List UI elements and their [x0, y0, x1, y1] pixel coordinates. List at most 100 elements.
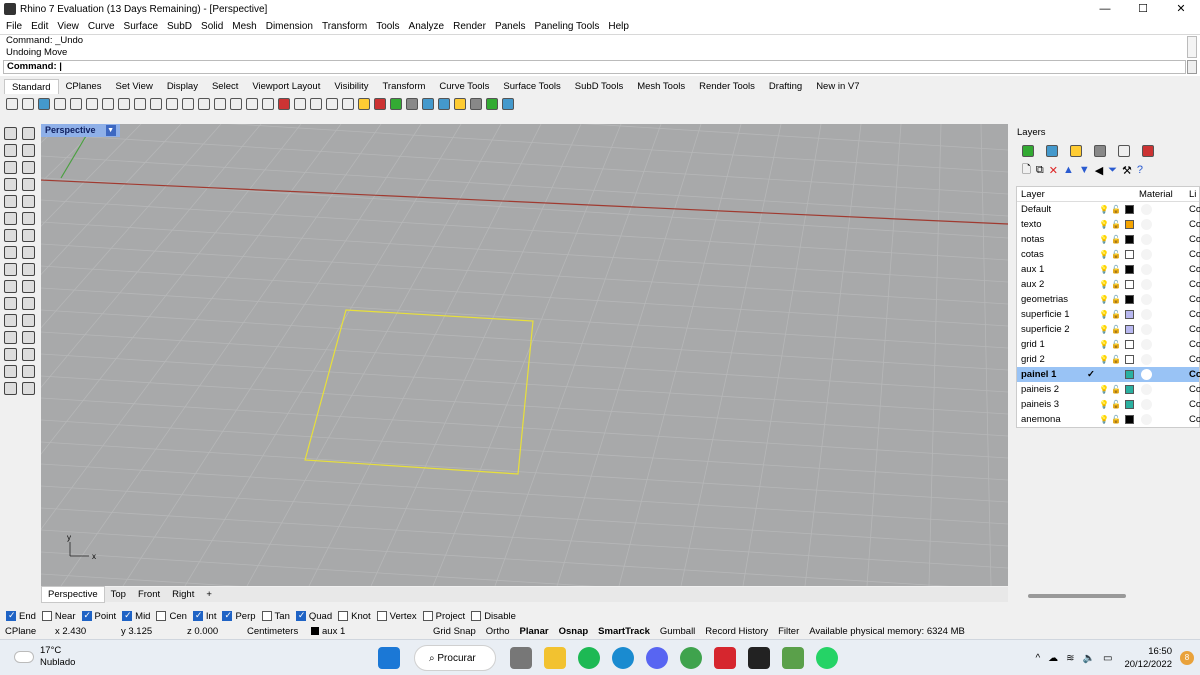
tab-mesh-tools[interactable]: Mesh Tools: [630, 79, 692, 94]
menu-item-edit[interactable]: Edit: [31, 21, 48, 32]
wifi-icon[interactable]: ≋: [1066, 653, 1074, 664]
check-icon[interactable]: [22, 365, 35, 378]
tab-standard[interactable]: Standard: [4, 79, 59, 94]
libraries-tab-icon[interactable]: [1070, 145, 1082, 157]
lock-icon[interactable]: 🔓: [1111, 262, 1121, 277]
view-tab-perspective[interactable]: Perspective: [41, 586, 105, 603]
layer-color-swatch[interactable]: [1125, 235, 1134, 244]
file-explorer-icon[interactable]: [544, 647, 566, 669]
visibility-bulb-icon[interactable]: 💡: [1099, 217, 1109, 232]
select-arrow-icon[interactable]: [4, 127, 17, 140]
layer-row[interactable]: superficie 1 💡 🔓 Co: [1017, 307, 1200, 322]
print-icon[interactable]: [54, 98, 66, 110]
tab-select[interactable]: Select: [205, 79, 245, 94]
osnap-int-checkbox[interactable]: [192, 610, 203, 621]
material-swatch[interactable]: [1141, 264, 1152, 275]
smarttrack-toggle[interactable]: SmartTrack: [593, 625, 655, 638]
visibility-bulb-icon[interactable]: 💡: [1099, 232, 1109, 247]
lock-icon[interactable]: 🔓: [1111, 202, 1121, 217]
ellipse-icon[interactable]: [4, 195, 17, 208]
rhino-app-icon[interactable]: [748, 647, 770, 669]
visibility-bulb-icon[interactable]: 💡: [1099, 262, 1109, 277]
viewport-canvas[interactable]: y x: [41, 124, 1008, 586]
osnap-tan-checkbox[interactable]: [261, 611, 272, 621]
layer-color-swatch[interactable]: [1125, 340, 1134, 349]
help-icon[interactable]: [502, 98, 514, 110]
layer-column-header[interactable]: Layer: [1021, 187, 1045, 202]
task-view-icon[interactable]: [510, 647, 532, 669]
viewport-layout-icon[interactable]: [262, 98, 274, 110]
grid-snap-toggle[interactable]: Grid Snap: [428, 625, 481, 638]
material-swatch[interactable]: [1141, 339, 1152, 350]
osnap-knot[interactable]: Knot: [338, 611, 371, 622]
lock-icon[interactable]: 🔓: [1111, 217, 1121, 232]
visibility-bulb-icon[interactable]: 💡: [1099, 337, 1109, 352]
tab-visibility[interactable]: Visibility: [327, 79, 375, 94]
planar-toggle[interactable]: Planar: [515, 625, 554, 638]
polygon-icon[interactable]: [4, 178, 17, 191]
osnap-knot-checkbox[interactable]: [338, 611, 349, 621]
osnap-end-checkbox[interactable]: [6, 610, 16, 621]
menu-item-tools[interactable]: Tools: [376, 21, 399, 32]
osnap-disable[interactable]: Disable: [471, 611, 516, 622]
import-icon[interactable]: [70, 98, 82, 110]
rotate-icon[interactable]: [4, 348, 17, 361]
lock-icon[interactable]: 🔓: [1111, 322, 1121, 337]
circle-icon[interactable]: [4, 161, 17, 174]
osnap-point[interactable]: Point: [81, 610, 116, 622]
units-label[interactable]: Centimeters: [242, 625, 306, 638]
zoom-extents-icon[interactable]: [214, 98, 226, 110]
material-swatch[interactable]: [1141, 294, 1152, 305]
cylinder-icon[interactable]: [22, 246, 35, 259]
offset-icon[interactable]: [4, 297, 17, 310]
layer-row[interactable]: grid 1 💡 🔓 Co: [1017, 337, 1200, 352]
curve-icon[interactable]: [22, 195, 35, 208]
point-icon[interactable]: [22, 127, 35, 140]
material-swatch[interactable]: [1141, 324, 1152, 335]
menu-item-file[interactable]: File: [6, 21, 22, 32]
properties-tab-icon[interactable]: [1022, 145, 1034, 157]
menu-item-analyze[interactable]: Analyze: [409, 21, 445, 32]
layers-horizontal-scrollbar[interactable]: [1028, 594, 1126, 598]
ghosted-icon[interactable]: [438, 98, 450, 110]
layer-row[interactable]: painel 1 ✓ Co: [1017, 367, 1200, 382]
cplane-icon[interactable]: [278, 98, 290, 110]
menu-item-dimension[interactable]: Dimension: [266, 21, 313, 32]
layer-color-swatch[interactable]: [1125, 325, 1134, 334]
linetype-column-header[interactable]: Li: [1189, 187, 1196, 202]
osnap-project[interactable]: Project: [422, 611, 465, 622]
taskbar-clock[interactable]: 16:50 20/12/2022: [1124, 645, 1172, 671]
visibility-bulb-icon[interactable]: 💡: [1099, 247, 1109, 262]
layer-tools-icon[interactable]: ⚒: [1122, 164, 1132, 177]
visibility-bulb-icon[interactable]: 💡: [1099, 307, 1109, 322]
tab-transform[interactable]: Transform: [375, 79, 432, 94]
osnap-cen[interactable]: Cen: [156, 611, 187, 622]
point-icon[interactable]: [294, 98, 306, 110]
zoom-icon[interactable]: [182, 98, 194, 110]
save-icon[interactable]: [38, 98, 50, 110]
menu-item-mesh[interactable]: Mesh: [232, 21, 256, 32]
new-sublayer-icon[interactable]: ⧉: [1036, 164, 1044, 177]
filter-toggle[interactable]: Filter: [773, 625, 804, 638]
weather-widget[interactable]: 17°C Nublado: [14, 645, 75, 669]
extrude-icon[interactable]: [4, 246, 17, 259]
text-icon[interactable]: [4, 314, 17, 327]
layer-color-swatch[interactable]: [1125, 280, 1134, 289]
gumball-toggle[interactable]: Gumball: [655, 625, 700, 638]
osnap-int[interactable]: Int: [192, 610, 216, 622]
surface-edit-icon[interactable]: [22, 212, 35, 225]
menu-item-paneling-tools[interactable]: Paneling Tools: [535, 21, 600, 32]
osnap-mid[interactable]: Mid: [122, 610, 150, 622]
undo-icon[interactable]: [134, 98, 146, 110]
material-swatch[interactable]: [1141, 279, 1152, 290]
snapshot-icon[interactable]: [470, 98, 482, 110]
tab-curve-tools[interactable]: Curve Tools: [432, 79, 496, 94]
osnap-tan[interactable]: Tan: [261, 611, 290, 622]
lock-icon[interactable]: 🔓: [1111, 352, 1121, 367]
lock-icon[interactable]: 🔓: [1111, 292, 1121, 307]
material-icon[interactable]: [374, 98, 386, 110]
layer-row[interactable]: aux 2 💡 🔓 Co: [1017, 277, 1200, 292]
layer-color-swatch[interactable]: [1125, 415, 1134, 424]
layer-row[interactable]: paineis 3 💡 🔓 Co: [1017, 397, 1200, 412]
blend-icon[interactable]: [22, 297, 35, 310]
